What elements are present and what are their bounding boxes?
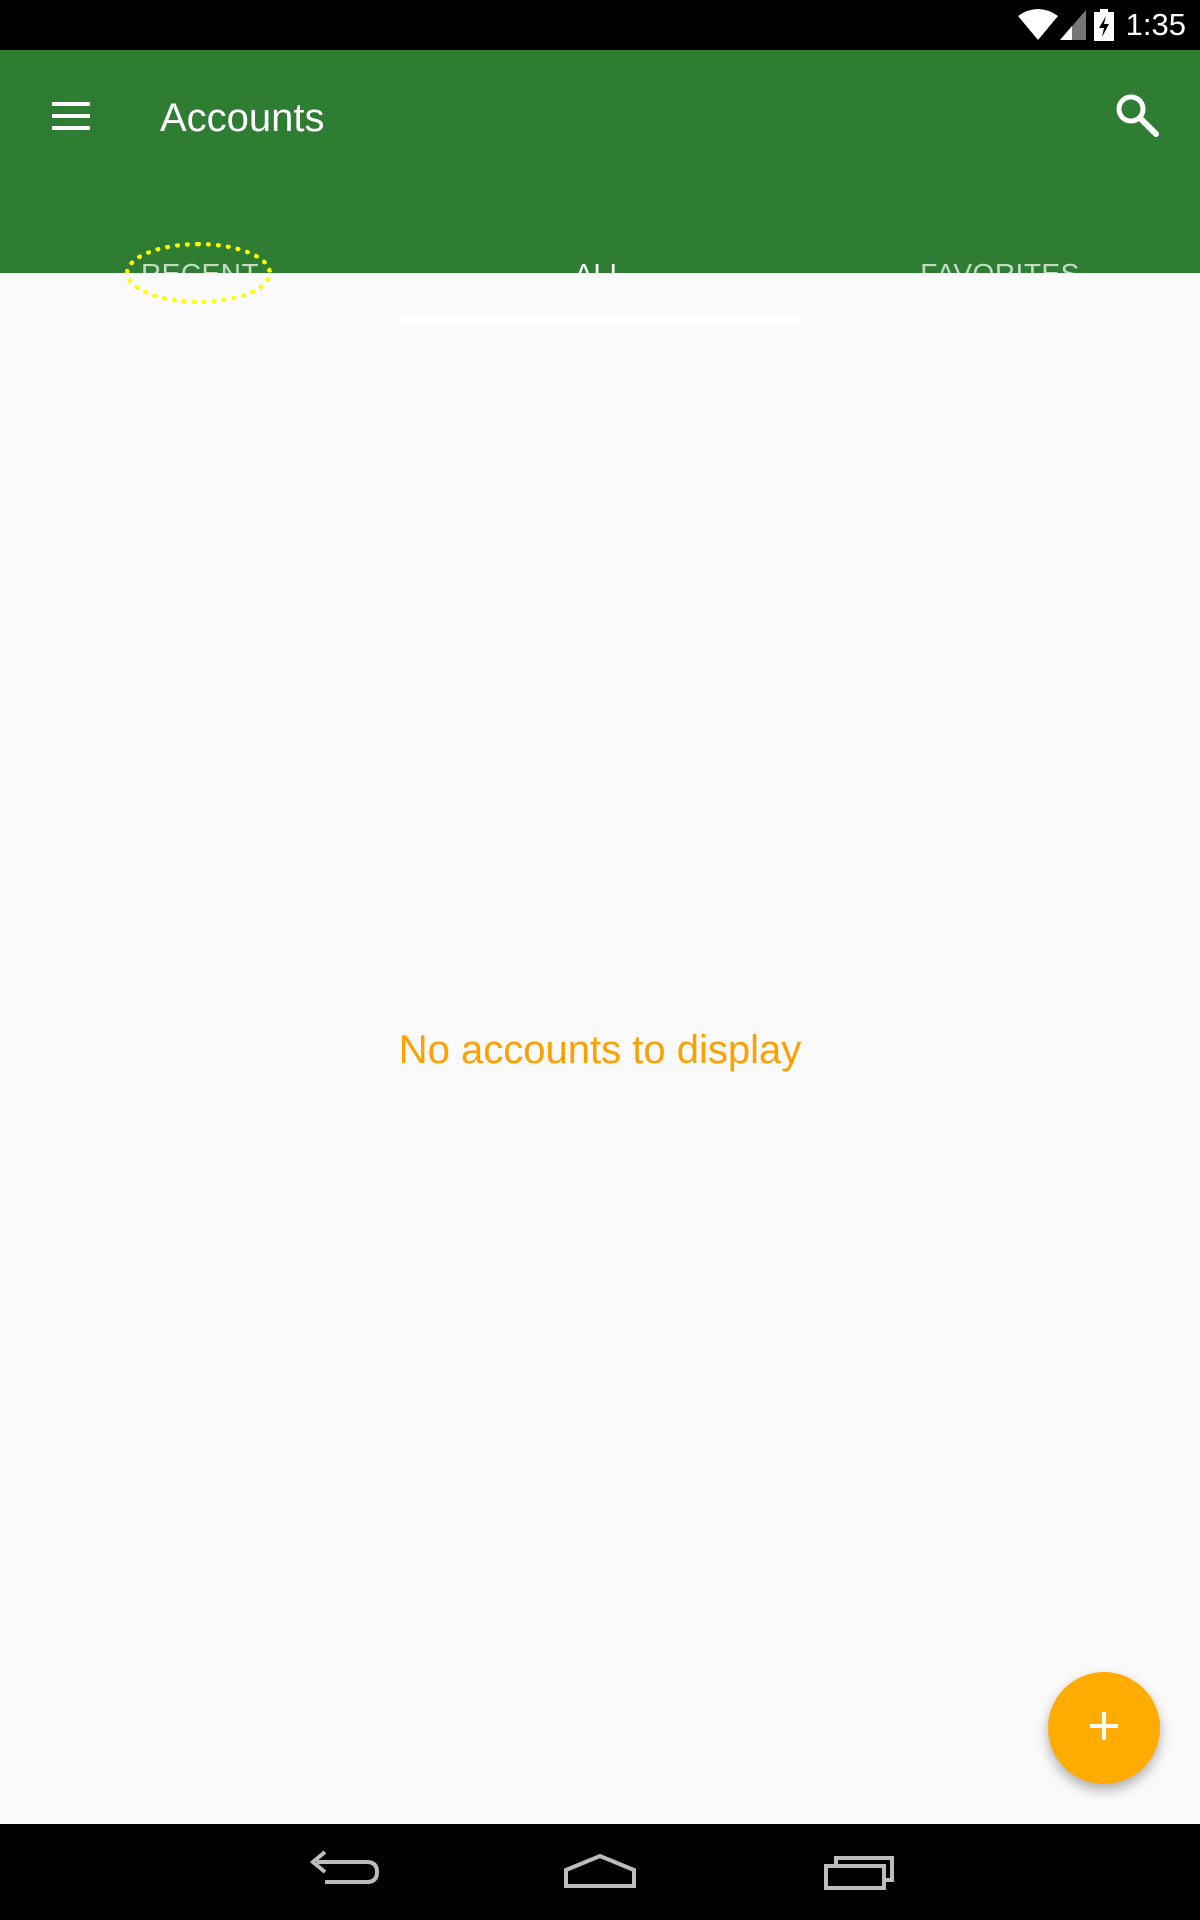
status-time: 1:35 [1125, 7, 1186, 42]
tab-recent[interactable]: RECENT [0, 225, 400, 323]
wifi-icon [1017, 8, 1058, 42]
tab-all[interactable]: ALL [400, 225, 800, 323]
hamburger-menu-icon[interactable] [50, 96, 94, 140]
add-account-button[interactable] [1048, 1672, 1160, 1784]
tab-favorites[interactable]: FAVORITES [800, 225, 1200, 323]
cell-signal-icon [1059, 10, 1086, 40]
empty-state-message: No accounts to display [398, 1028, 802, 1072]
back-icon[interactable] [303, 1848, 383, 1898]
plus-icon [1086, 1708, 1122, 1749]
home-icon[interactable] [560, 1848, 640, 1898]
recent-apps-icon[interactable] [820, 1848, 900, 1898]
tab-label: ALL [574, 258, 626, 289]
active-tab-indicator [400, 317, 800, 323]
tab-label: RECENT [140, 258, 260, 289]
tab-label: FAVORITES [920, 258, 1080, 289]
status-bar: 1:35 [0, 0, 1200, 50]
system-nav-bar [0, 1824, 1200, 1920]
search-icon[interactable] [1113, 91, 1163, 141]
tab-bar: RECENT ALL FAVORITES [0, 225, 1200, 323]
app-bar: Accounts RECENT ALL FAVORITES [0, 50, 1200, 323]
page-title: Accounts [160, 96, 325, 140]
status-icons: 1:35 [1017, 0, 1200, 50]
battery-charging-icon [1093, 9, 1114, 41]
